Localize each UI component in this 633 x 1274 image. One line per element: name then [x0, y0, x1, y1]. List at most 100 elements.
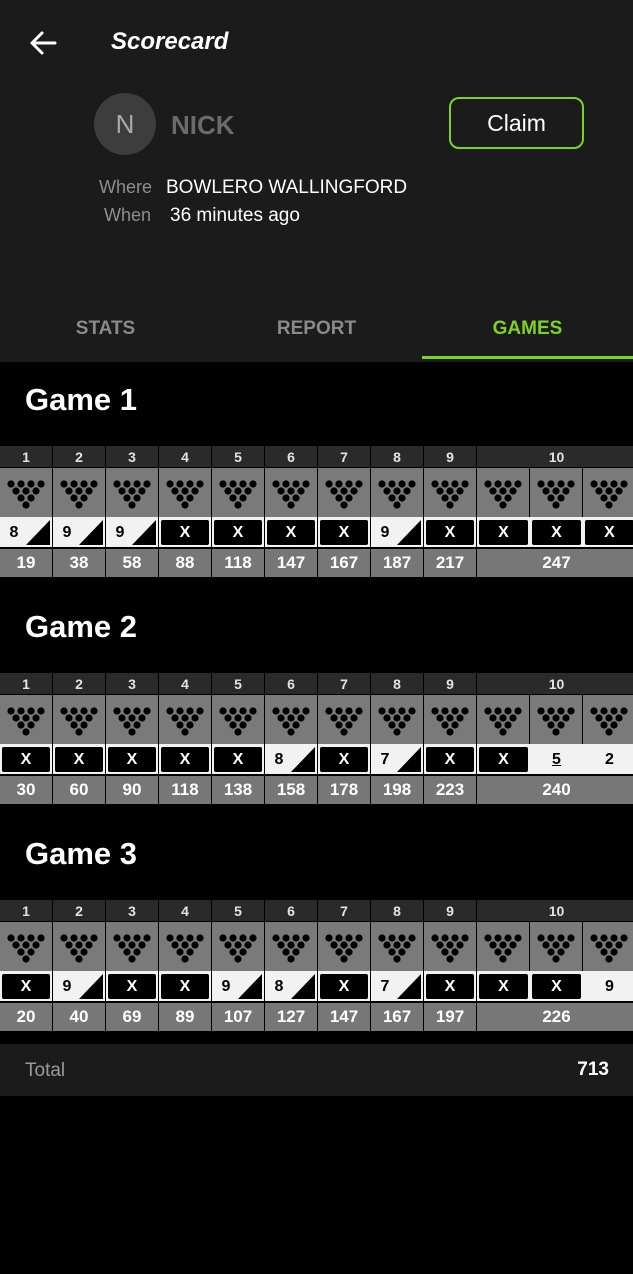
pin-diagram-icon — [60, 707, 98, 736]
pin-diagram-icon — [537, 707, 575, 736]
pin-diagram-icon — [113, 480, 151, 509]
pin-diagram-icon — [166, 707, 204, 736]
game-1-title: Game 1 — [25, 382, 138, 417]
pin-box — [212, 922, 264, 971]
pin-diagram-icon — [113, 707, 151, 736]
back-arrow-icon[interactable] — [28, 28, 58, 58]
frame-7: 7 X 167 — [318, 446, 370, 578]
shot-mark: X — [426, 520, 474, 545]
game-2-scoresheet: 1 X 30 2 X 60 3 X 90 4 X 118 5 X 138 6 8 158 7 X 178 8 7 198 9 X 2… — [0, 673, 633, 805]
tab-bar: STATS REPORT GAMES — [0, 296, 633, 362]
pin-box — [159, 695, 211, 744]
where-label: Where — [98, 177, 152, 197]
frame-score: 60 — [53, 776, 105, 804]
pin-diagram-icon — [378, 707, 416, 736]
player-name: NICK — [171, 110, 235, 140]
frame-3: 3 X 90 — [106, 673, 158, 805]
pin-diagram-icon — [484, 934, 522, 963]
shot-mark: 9 — [62, 523, 72, 541]
game-3-scoresheet: 1 X 20 2 9 40 3 X 69 4 X 89 5 9 107 6 8 127 7 X 147 8 7 167 9 X 19… — [0, 900, 633, 1032]
frame-number: 4 — [159, 446, 211, 467]
pin-box — [318, 695, 370, 744]
shot-mark: 9 — [115, 523, 125, 541]
frame-number: 8 — [371, 446, 423, 467]
pin-diagram-icon — [113, 934, 151, 963]
pin-diagram-icon — [219, 480, 257, 509]
shot-mark: X — [2, 974, 50, 999]
shot-label: X — [604, 523, 615, 541]
avatar: N — [94, 93, 156, 155]
pin-diagram-icon — [272, 934, 310, 963]
total-bar: Total 713 — [0, 1044, 633, 1096]
pin-box — [371, 922, 423, 971]
claim-button[interactable]: Claim — [449, 97, 584, 149]
shot-mark: X — [267, 520, 315, 545]
tab-report[interactable]: REPORT — [211, 296, 422, 362]
frame-2: 2 9 40 — [53, 900, 105, 1032]
frame-number: 9 — [424, 446, 476, 467]
spare-mark-icon — [291, 747, 315, 772]
pin-diagram-icon — [325, 480, 363, 509]
frame-5: 5 9 107 — [212, 900, 264, 1032]
spare-mark-icon — [397, 974, 421, 999]
shot-mark: X — [2, 747, 50, 772]
frame-number: 9 — [424, 673, 476, 694]
pin-box — [212, 468, 264, 517]
frame-score: 226 — [477, 1003, 633, 1031]
pin-diagram-icon — [325, 707, 363, 736]
frame-number: 7 — [318, 446, 370, 467]
frame-4: 4 X 88 — [159, 446, 211, 578]
pin-diagram-icon — [219, 707, 257, 736]
shot-mark: 7 — [380, 750, 390, 768]
pin-box — [53, 695, 105, 744]
shot-mark: 9 — [380, 523, 390, 541]
tab-stats[interactable]: STATS — [0, 296, 211, 362]
frame-score: 107 — [212, 1003, 264, 1031]
frame-score: 178 — [318, 776, 370, 804]
pin-box — [583, 695, 633, 744]
frame-score: 30 — [0, 776, 52, 804]
pin-box — [265, 468, 317, 517]
pin-diagram-icon — [325, 934, 363, 963]
pin-diagram-icon — [378, 934, 416, 963]
frame-10: 10 X X X 247 — [477, 446, 633, 578]
frame-score: 90 — [106, 776, 158, 804]
shot-mark: X — [532, 974, 581, 999]
frame-1: 1 X 30 — [0, 673, 52, 805]
spare-mark-icon — [397, 520, 421, 545]
pin-diagram-icon — [60, 480, 98, 509]
pin-box — [106, 922, 158, 971]
frame-number: 5 — [212, 900, 264, 921]
frame-score: 19 — [0, 549, 52, 577]
frame-score: 58 — [106, 549, 158, 577]
total-label: Total — [25, 1060, 66, 1081]
pin-box — [159, 922, 211, 971]
frame-6: 6 8 127 — [265, 900, 317, 1032]
shot-label: 9 — [605, 977, 614, 995]
pin-box — [318, 468, 370, 517]
pin-box — [530, 695, 582, 744]
shot-mark: 8 — [274, 750, 284, 768]
where-value: BOWLERO WALLINGFORD — [166, 177, 408, 198]
frame-score: 240 — [477, 776, 633, 804]
tab-games[interactable]: GAMES — [422, 296, 633, 362]
frame-8: 8 7 167 — [371, 900, 423, 1032]
frame-number: 10 — [477, 673, 633, 694]
shot-label: X — [498, 977, 509, 995]
shot-mark: 9 — [221, 977, 231, 995]
when-value: 36 minutes ago — [170, 205, 300, 226]
frame-7: 7 X 147 — [318, 900, 370, 1032]
pin-box — [265, 695, 317, 744]
frame-score: 147 — [318, 1003, 370, 1031]
pin-box — [53, 922, 105, 971]
pin-diagram-icon — [431, 934, 469, 963]
shot-mark: X — [320, 974, 368, 999]
frame-number: 3 — [106, 900, 158, 921]
scorecard-header: Scorecard N NICK Claim Where BOWLERO WAL… — [0, 0, 633, 362]
spare-mark-icon — [79, 520, 103, 545]
frame-score: 20 — [0, 1003, 52, 1031]
shot-mark: 8 — [9, 523, 19, 541]
pin-diagram-icon — [484, 480, 522, 509]
shot-label: X — [498, 523, 509, 541]
pin-diagram-icon — [7, 480, 45, 509]
